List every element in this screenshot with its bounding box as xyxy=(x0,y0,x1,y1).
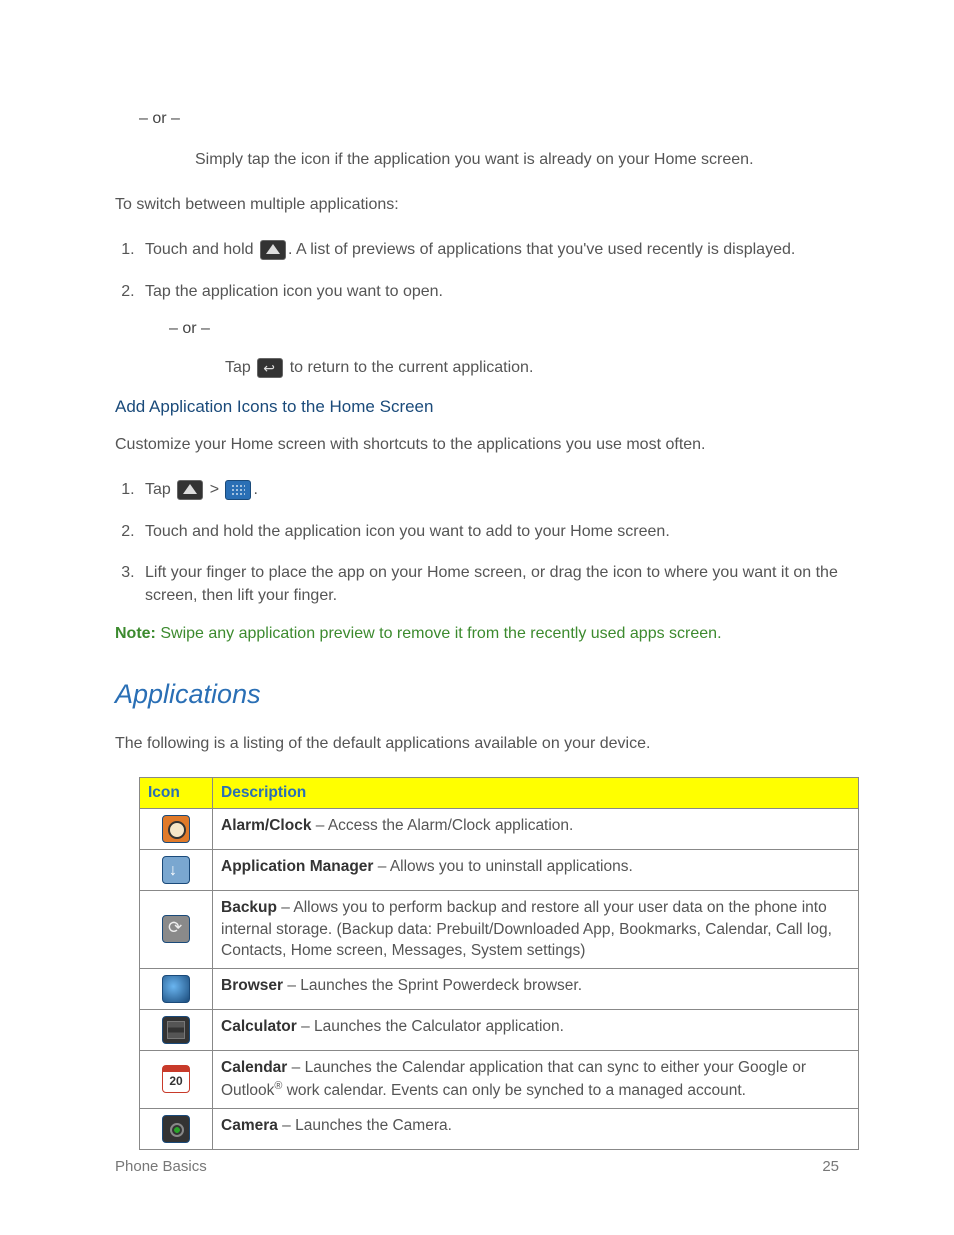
note: Note: Swipe any application preview to r… xyxy=(115,625,839,643)
browser-name: Browser xyxy=(221,977,283,994)
cell-camera-desc: Camera – Launches the Camera. xyxy=(213,1108,859,1149)
home-icon xyxy=(260,240,286,260)
note-body: Swipe any application preview to remove … xyxy=(156,625,722,642)
th-icon: Icon xyxy=(140,778,213,809)
table-row-calendar: Calendar – Launches the Calendar applica… xyxy=(140,1051,859,1109)
tap-return-pre: Tap xyxy=(225,359,255,376)
cell-alarm-desc: Alarm/Clock – Access the Alarm/Clock app… xyxy=(213,808,859,849)
calendar-name: Calendar xyxy=(221,1059,287,1076)
backup-desc: – Allows you to perform backup and resto… xyxy=(221,899,832,959)
switch-steps: Touch and hold . A list of previews of a… xyxy=(115,238,839,379)
tap-return-post: to return to the current application. xyxy=(285,359,533,376)
calc-desc: – Launches the Calculator application. xyxy=(297,1018,564,1035)
step2-text: Tap the application icon you want to ope… xyxy=(145,283,443,300)
cell-browser-desc: Browser – Launches the Sprint Powerdeck … xyxy=(213,969,859,1010)
switch-step-1: Touch and hold . A list of previews of a… xyxy=(139,238,839,261)
backup-icon xyxy=(162,915,190,943)
footer: Phone Basics 25 xyxy=(115,1158,839,1175)
cell-appmgr-desc: Application Manager – Allows you to unin… xyxy=(213,849,859,890)
add-step1-post: . xyxy=(253,481,257,498)
backup-name: Backup xyxy=(221,899,277,916)
note-label: Note: xyxy=(115,625,156,642)
apps-table: Icon Description Alarm/Clock – Access th… xyxy=(139,777,859,1149)
calendar-icon xyxy=(162,1065,190,1093)
table-row-calc: Calculator – Launches the Calculator app… xyxy=(140,1010,859,1051)
appmgr-name: Application Manager xyxy=(221,858,373,875)
switch-step-2: Tap the application icon you want to ope… xyxy=(139,280,839,380)
th-desc: Description xyxy=(213,778,859,809)
or-divider-1: – or – xyxy=(139,110,839,128)
camera-icon xyxy=(162,1115,190,1143)
add-step1-gt: > xyxy=(205,481,223,498)
applications-title: Applications xyxy=(115,679,839,710)
appmgr-desc: – Allows you to uninstall applications. xyxy=(373,858,632,875)
table-row-camera: Camera – Launches the Camera. xyxy=(140,1108,859,1149)
add-steps: Tap > . Touch and hold the application i… xyxy=(115,478,839,607)
footer-page-number: 25 xyxy=(822,1158,839,1175)
table-row-browser: Browser – Launches the Sprint Powerdeck … xyxy=(140,969,859,1010)
alarm-clock-icon xyxy=(162,815,190,843)
footer-left: Phone Basics xyxy=(115,1158,207,1175)
applications-lead: The following is a listing of the defaul… xyxy=(115,732,839,755)
step1-pre: Touch and hold xyxy=(145,241,258,258)
add-icons-heading: Add Application Icons to the Home Screen xyxy=(115,397,839,417)
tap-icon-para: Simply tap the icon if the application y… xyxy=(195,148,839,171)
camera-desc: – Launches the Camera. xyxy=(278,1117,452,1134)
app-manager-icon xyxy=(162,856,190,884)
camera-name: Camera xyxy=(221,1117,278,1134)
cell-backup-desc: Backup – Allows you to perform backup an… xyxy=(213,890,859,968)
table-row-backup: Backup – Allows you to perform backup an… xyxy=(140,890,859,968)
page: – or – Simply tap the icon if the applic… xyxy=(0,0,954,1235)
apps-icon xyxy=(225,480,251,500)
home-icon-2 xyxy=(177,480,203,500)
alarm-name: Alarm/Clock xyxy=(221,817,311,834)
table-row-alarm: Alarm/Clock – Access the Alarm/Clock app… xyxy=(140,808,859,849)
table-header-row: Icon Description xyxy=(140,778,859,809)
or-divider-2: – or – xyxy=(169,317,839,340)
step1-post: . A list of previews of applications tha… xyxy=(288,241,795,258)
alarm-desc: – Access the Alarm/Clock application. xyxy=(311,817,573,834)
browser-icon xyxy=(162,975,190,1003)
switch-heading: To switch between multiple applications: xyxy=(115,193,839,216)
add-step-3: Lift your finger to place the app on you… xyxy=(139,561,839,607)
calc-name: Calculator xyxy=(221,1018,297,1035)
calculator-icon xyxy=(162,1016,190,1044)
table-row-appmgr: Application Manager – Allows you to unin… xyxy=(140,849,859,890)
tap-return: Tap to return to the current application… xyxy=(225,356,839,379)
cell-calendar-desc: Calendar – Launches the Calendar applica… xyxy=(213,1051,859,1109)
browser-desc: – Launches the Sprint Powerdeck browser. xyxy=(283,977,582,994)
calendar-desc-b: work calendar. Events can only be synche… xyxy=(282,1082,746,1099)
back-icon xyxy=(257,358,283,378)
add-step1-pre: Tap xyxy=(145,481,175,498)
add-step-1: Tap > . xyxy=(139,478,839,501)
add-step-2: Touch and hold the application icon you … xyxy=(139,520,839,543)
add-icons-lead: Customize your Home screen with shortcut… xyxy=(115,433,839,456)
cell-calc-desc: Calculator – Launches the Calculator app… xyxy=(213,1010,859,1051)
